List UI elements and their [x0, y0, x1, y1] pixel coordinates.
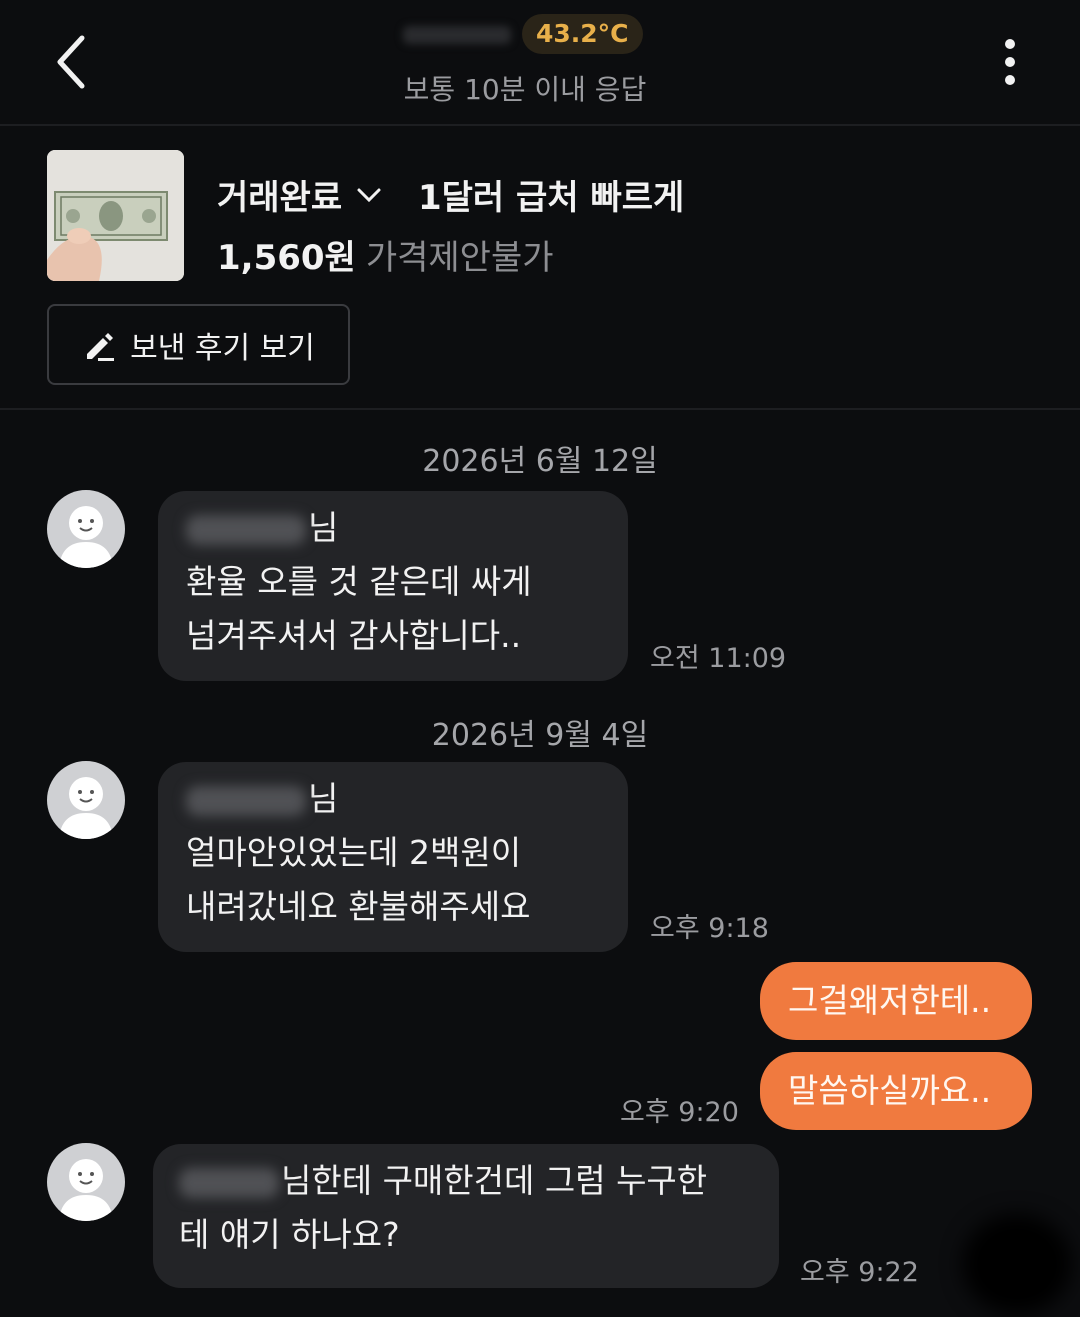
- incoming-message-bubble: 님 환율 오를 것 같은데 싸게 넘겨주셔서 감사합니다..: [158, 491, 628, 681]
- sender-suffix: 님: [308, 508, 339, 547]
- incoming-message-bubble: 님 얼마안있었는데 2백원이 내려갔네요 환불해주세요: [158, 762, 628, 952]
- default-profile-icon: [59, 1159, 113, 1221]
- dollar-bill-image: [47, 150, 184, 281]
- buyer-avatar[interactable]: [47, 1143, 125, 1221]
- default-profile-icon: [59, 506, 113, 568]
- date-separator: 2026년 9월 4일: [431, 718, 649, 753]
- default-profile-icon: [59, 777, 113, 839]
- response-time-text: 보통 10분 이내 응답: [403, 73, 647, 106]
- sender-suffix: 님: [308, 779, 339, 818]
- message-line: 님: [186, 501, 600, 555]
- header-divider: [0, 124, 1080, 126]
- redacted-username: [179, 1167, 279, 1198]
- trade-status-dropdown[interactable]: 거래완료: [217, 170, 382, 219]
- message-line: 님한테 구매한건데 그럼 누구한: [179, 1154, 753, 1208]
- outgoing-message-bubble: 말씀하실까요..: [760, 1052, 1032, 1130]
- message-line: 내려갔네요 환불해주세요: [186, 887, 531, 926]
- product-thumbnail[interactable]: [47, 150, 184, 281]
- pencil-icon: [87, 332, 115, 361]
- view-sent-review-button[interactable]: 보낸 후기 보기: [47, 304, 350, 385]
- message-time: 오전 11:09: [650, 643, 787, 674]
- redacted-username: [186, 514, 306, 545]
- trade-status-label: 거래완료: [217, 178, 343, 218]
- message-time: 오후 9:20: [620, 1097, 739, 1128]
- date-separator: 2026년 6월 12일: [422, 444, 658, 479]
- message-line: 얼마안있었는데 2백원이: [186, 833, 522, 872]
- outgoing-message-bubble: 그걸왜저한테..: [760, 962, 1032, 1040]
- price-row: 1,560원 가격제안불가: [217, 230, 554, 279]
- message-time: 오후 9:22: [800, 1257, 919, 1288]
- buyer-avatar[interactable]: [47, 490, 125, 568]
- buyer-avatar[interactable]: [47, 761, 125, 839]
- price-note: 가격제안불가: [365, 238, 554, 278]
- seller-name-redacted: [395, 14, 520, 54]
- message-line: 환율 오를 것 같은데 싸게: [186, 562, 532, 601]
- more-options-button[interactable]: [990, 36, 1030, 88]
- review-button-label: 보낸 후기 보기: [130, 330, 315, 366]
- manner-temperature-badge: 43.2°C: [522, 14, 643, 54]
- redacted-username: [186, 785, 306, 816]
- more-vertical-icon: [1005, 39, 1015, 85]
- message-line: 넘겨주셔서 감사합니다..: [186, 616, 522, 655]
- message-line: 님: [186, 772, 600, 826]
- redaction-blur: [962, 1214, 1072, 1314]
- product-divider: [0, 408, 1080, 410]
- product-price: 1,560원: [217, 238, 356, 278]
- message-time: 오후 9:18: [650, 913, 769, 944]
- message-line: 테 얘기 하나요?: [179, 1215, 400, 1254]
- message-text: 님한테 구매한건데 그럼 누구한: [281, 1161, 708, 1200]
- incoming-message-bubble: 님한테 구매한건데 그럼 누구한 테 얘기 하나요?: [153, 1144, 779, 1288]
- chevron-down-icon: [357, 188, 381, 202]
- product-title[interactable]: 1달러 급처 빠르게: [418, 170, 684, 219]
